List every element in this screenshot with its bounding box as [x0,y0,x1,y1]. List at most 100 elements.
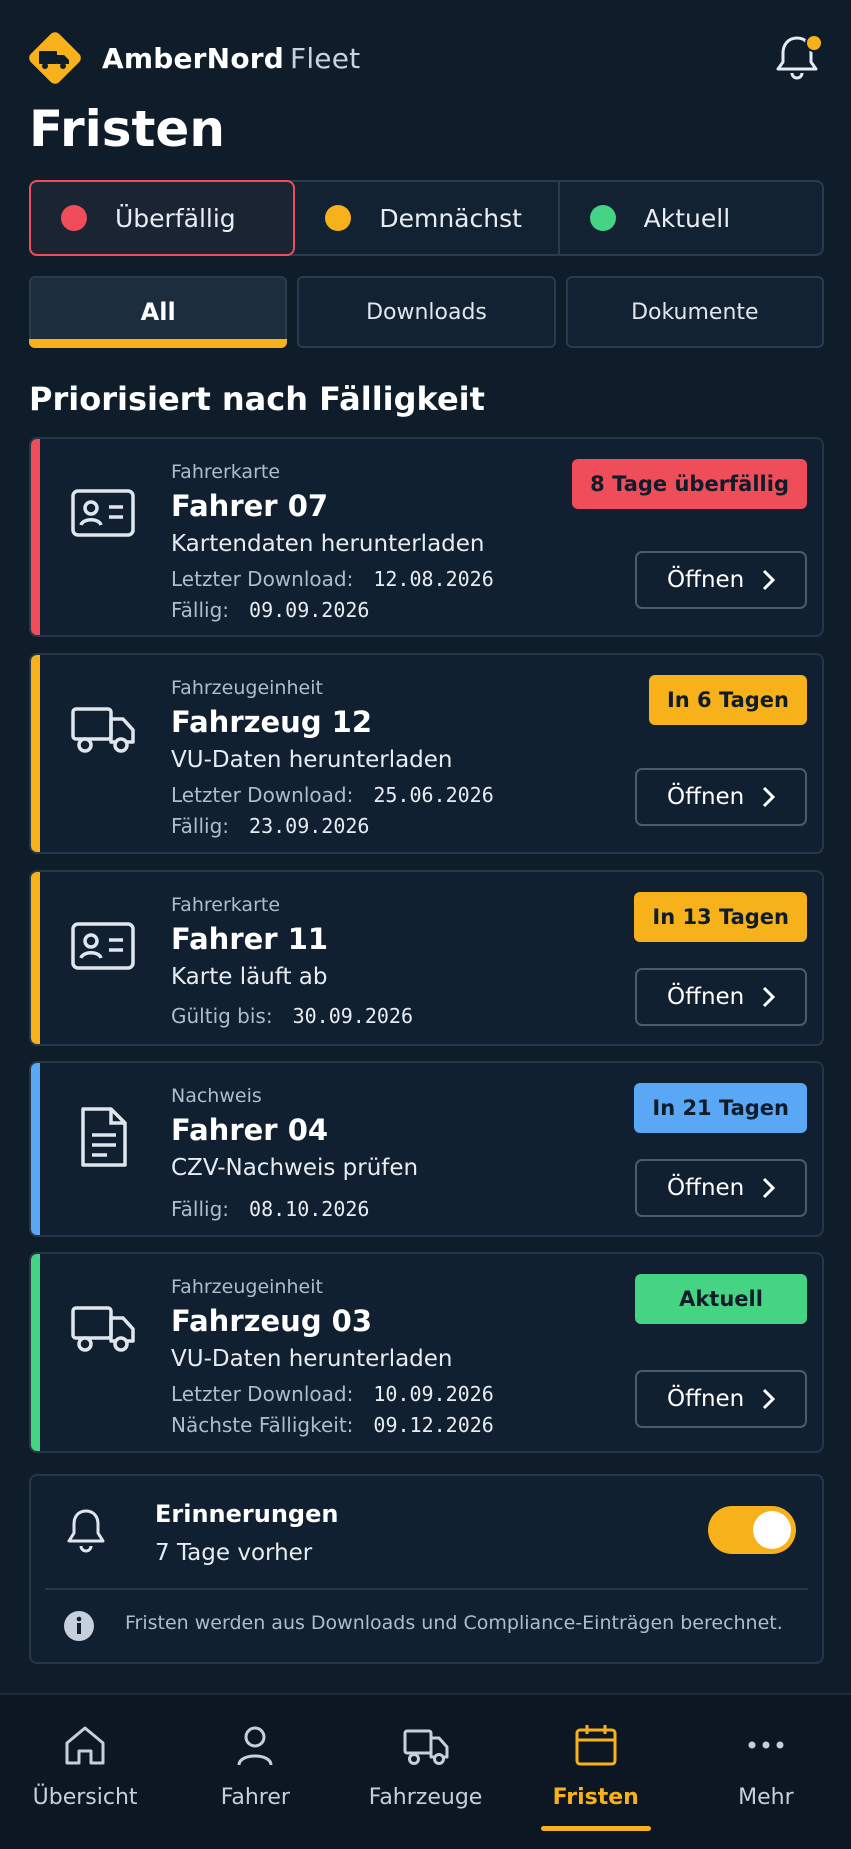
open-button[interactable]: Öffnen [635,768,807,826]
app-header: AmberNord Fleet [24,24,827,92]
reminder-title: Erinnerungen [155,1500,339,1528]
status-badge: In 21 Tagen [634,1083,807,1133]
home-icon [65,1726,105,1765]
notification-dot [805,34,823,52]
nav-drivers[interactable]: Fahrer [170,1695,340,1849]
nav-label: Mehr [738,1785,794,1810]
open-button[interactable]: Öffnen [635,1370,807,1428]
reminder-subtitle: 7 Tage vorher [155,1540,313,1566]
open-label: Öffnen [667,1386,745,1412]
status-filter-soon[interactable]: Demnächst [295,182,560,254]
chevron-right-icon [762,986,776,1008]
truck-logo-icon [24,27,86,89]
nav-label: Fahrer [220,1785,290,1810]
status-label: Aktuell [643,203,731,233]
card-name: Fahrer 07 [171,489,329,523]
status-filter-current[interactable]: Aktuell [560,182,822,254]
deadline-card: Fahrzeugeinheit Fahrzeug 03 VU-Daten her… [29,1252,824,1453]
card-meta: Letzter Download: 12.08.2026 [171,567,494,591]
meta-label: Letzter Download: [171,567,354,591]
id-card-icon [67,910,139,982]
notifications-button[interactable] [767,28,827,88]
nav-overview[interactable]: Übersicht [0,1695,170,1849]
bottom-nav: Übersicht Fahrer Fahrzeuge Fristen Mehr [0,1693,851,1849]
priority-bar [31,1254,40,1451]
priority-bar [31,655,40,852]
more-icon [748,1741,784,1749]
card-task: VU-Daten herunterladen [171,1346,453,1372]
overdue-dot [61,205,87,231]
meta-value: 25.06.2026 [373,783,494,807]
open-label: Öffnen [667,984,745,1010]
status-filter-overdue[interactable]: Überfällig [29,180,296,256]
card-category: Nachweis [171,1085,262,1107]
reminder-toggle[interactable] [708,1506,796,1554]
card-category: Fahrzeugeinheit [171,1276,323,1298]
tab-all[interactable]: All [29,276,288,348]
status-badge: In 13 Tagen [634,892,807,942]
brand-main: AmberNord [102,41,285,75]
card-task: CZV-Nachweis prüfen [171,1155,419,1181]
section-title: Priorisiert nach Fälligkeit [29,380,485,418]
open-button[interactable]: Öffnen [635,968,807,1026]
meta-value: 08.10.2026 [249,1197,370,1221]
type-tabs: All Downloads Dokumente [29,276,824,348]
nav-label: Fahrzeuge [368,1785,483,1810]
open-button[interactable]: Öffnen [635,1159,807,1217]
meta-label: Letzter Download: [171,1382,354,1406]
nav-deadlines[interactable]: Fristen [511,1695,681,1849]
card-category: Fahrerkarte [171,461,281,483]
info-text: Fristen werden aus Downloads und Complia… [125,1612,783,1634]
user-icon [237,1726,273,1766]
chevron-right-icon [762,1177,776,1199]
meta-label: Nächste Fälligkeit: [171,1413,354,1437]
open-label: Öffnen [667,567,745,593]
meta-value: 10.09.2026 [373,1382,494,1406]
chevron-right-icon [762,1388,776,1410]
soon-dot [325,205,352,231]
truck-icon [403,1729,448,1765]
page-title: Fristen [29,100,225,158]
meta-value: 30.09.2026 [292,1004,414,1028]
card-task: Karte läuft ab [171,964,328,990]
nav-vehicles[interactable]: Fahrzeuge [340,1695,510,1849]
tab-downloads[interactable]: Downloads [297,276,556,348]
divider [45,1588,808,1590]
truck-icon [67,693,139,765]
card-meta: Letzter Download: 25.06.2026 [171,783,494,807]
document-icon [67,1101,139,1173]
meta-label: Fällig: [171,814,230,838]
status-label: Überfällig [115,203,236,233]
meta-label: Fällig: [171,598,230,622]
status-filter: Überfällig Demnächst Aktuell [29,180,824,256]
status-badge: 8 Tage überfällig [572,459,807,509]
card-meta: Fällig: 09.09.2026 [171,598,369,622]
card-meta: Gültig bis: 30.09.2026 [171,1004,413,1028]
meta-value: 23.09.2026 [249,814,370,838]
card-meta: Letzter Download: 10.09.2026 [171,1382,494,1406]
nav-label: Fristen [552,1785,639,1810]
priority-bar [31,872,40,1044]
card-name: Fahrzeug 12 [171,705,373,739]
open-button[interactable]: Öffnen [635,551,807,609]
deadline-card: Nachweis Fahrer 04 CZV-Nachweis prüfen F… [29,1061,824,1237]
tab-documents[interactable]: Dokumente [565,276,824,348]
deadline-card: Fahrzeugeinheit Fahrzeug 12 VU-Daten her… [29,653,824,854]
meta-label: Letzter Download: [171,783,354,807]
status-label: Demnächst [379,203,522,233]
card-name: Fahrer 11 [171,922,329,956]
info-icon [63,1610,95,1642]
card-category: Fahrerkarte [171,894,281,916]
meta-value: 09.09.2026 [249,598,370,622]
chevron-right-icon [762,569,776,591]
brand-name: AmberNord Fleet [102,42,360,75]
priority-bar [31,1063,40,1235]
status-badge: In 6 Tagen [648,675,807,725]
deadline-card: Fahrerkarte Fahrer 07 Kartendaten herunt… [29,437,824,637]
reminder-card: Erinnerungen 7 Tage vorher Fristen werde… [29,1474,824,1664]
card-task: VU-Daten herunterladen [171,747,453,773]
card-name: Fahrer 04 [171,1113,329,1147]
card-name: Fahrzeug 03 [171,1304,373,1338]
nav-more[interactable]: Mehr [681,1695,851,1849]
nav-label: Übersicht [32,1785,138,1810]
